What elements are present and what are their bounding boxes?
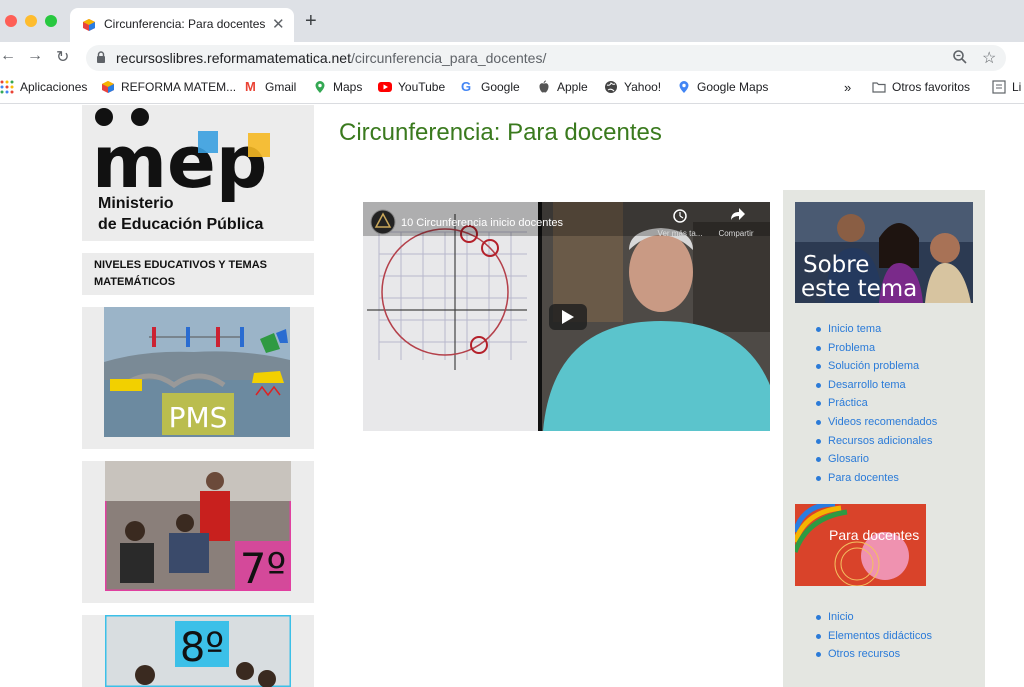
browser-toolbar: ← → ↻ recursoslibres.reformamatematica.n…: [0, 42, 1024, 74]
card-pms[interactable]: PMS: [82, 307, 314, 449]
bookmarks-bar: Aplicaciones REFORMA MATEM... M Gmail Ma…: [0, 74, 1024, 104]
bookmark-apps[interactable]: Aplicaciones: [0, 80, 87, 94]
bookmark-gmail[interactable]: M Gmail: [245, 79, 297, 95]
maps-pin-icon: [679, 81, 689, 93]
pms-image: PMS: [104, 307, 290, 437]
bookmark-label: YouTube: [398, 80, 446, 94]
video-player[interactable]: 10 Circunferencia inicio docentes Ver má…: [363, 202, 770, 431]
menu-item-inicio[interactable]: Inicio: [816, 608, 932, 627]
bookmark-google-maps[interactable]: Google Maps: [677, 80, 768, 94]
secondary-menu: Inicio Elementos didácticos Otros recurs…: [816, 608, 932, 664]
bookmark-maps[interactable]: Maps: [313, 80, 362, 94]
maps-pin-icon: [315, 81, 325, 93]
para-docentes-label: Para docentes: [829, 527, 919, 543]
zoom-icon[interactable]: [952, 49, 968, 65]
grade-7-image: 7º: [105, 461, 291, 591]
close-tab-icon[interactable]: ✕: [272, 15, 285, 33]
more-bookmarks-icon[interactable]: »: [844, 80, 851, 95]
para-docentes-image: Para docentes: [792, 501, 926, 587]
banner-line1: Sobre: [803, 252, 869, 278]
url-text: recursoslibres.reformamatematica.net/cir…: [116, 50, 546, 66]
grade-8-image: 8º: [105, 615, 291, 687]
back-icon[interactable]: ←: [0, 47, 16, 65]
card-pms-label: PMS: [169, 401, 228, 434]
menu-item-inicio-tema[interactable]: Inicio tema: [815, 320, 937, 339]
menu-item-otros-recursos[interactable]: Otros recursos: [816, 645, 932, 664]
bookmark-label: Apple: [557, 80, 588, 94]
bookmark-label: Aplicaciones: [20, 80, 88, 94]
menu-item-elementos-didacticos[interactable]: Elementos didácticos: [816, 627, 932, 646]
new-tab-button[interactable]: +: [305, 11, 317, 31]
bookmark-label: Yahoo!: [624, 80, 662, 94]
niveles-heading[interactable]: NIVELES EDUCATIVOS Y TEMAS MATEMÁTICOS: [82, 253, 314, 295]
card-8-label: 8º: [180, 625, 224, 671]
reforma-icon: [102, 81, 114, 93]
bookmark-label: Google: [481, 80, 520, 94]
forward-icon[interactable]: →: [27, 47, 43, 65]
address-bar[interactable]: recursoslibres.reformamatematica.net/cir…: [86, 45, 1006, 71]
globe-icon: [605, 81, 617, 93]
minimize-window-button[interactable]: [25, 15, 37, 27]
menu-item-solucion-problema[interactable]: Solución problema: [815, 357, 937, 376]
url-domain: recursoslibres.reformamatematica.net: [116, 50, 351, 66]
sobre-tema-banner[interactable]: Sobre este tema: [795, 202, 973, 303]
folder-icon: [872, 82, 886, 93]
right-sidebar: Sobre este tema Inicio tema Problema Sol…: [783, 190, 985, 687]
bookmark-youtube[interactable]: YouTube: [378, 80, 445, 94]
menu-item-videos-recomendados[interactable]: Videos recomendados: [815, 413, 937, 432]
bookmark-apple[interactable]: Apple: [537, 80, 588, 94]
menu-item-practica[interactable]: Práctica: [815, 394, 937, 413]
tab-title: Circunferencia: Para docentes: [104, 17, 266, 31]
menu-item-para-docentes[interactable]: Para docentes: [815, 469, 937, 488]
card-7[interactable]: 7º: [82, 461, 314, 603]
banner-line2: este tema: [801, 276, 917, 302]
logo-text: mep: [92, 120, 267, 204]
bookmark-star-icon[interactable]: ☆: [982, 48, 996, 68]
sobre-tema-image: Sobre este tema: [795, 202, 973, 303]
bookmark-label: Otros favoritos: [892, 80, 971, 94]
tema-menu: Inicio tema Problema Solución problema D…: [815, 320, 937, 488]
browser-tab-bar: Circunferencia: Para docentes ✕ +: [0, 0, 1024, 42]
page-content: mep Ministerio de Educación Pública NIVE…: [0, 105, 1024, 687]
bookmark-label: Maps: [333, 80, 363, 94]
menu-item-recursos-adicionales[interactable]: Recursos adicionales: [815, 432, 937, 451]
card-8[interactable]: 8º: [82, 615, 314, 687]
watch-later-label: Ver más ta...: [658, 229, 703, 238]
close-window-button[interactable]: [5, 15, 17, 27]
apps-grid-icon: [0, 80, 14, 94]
bookmark-label: REFORMA MATEM...: [121, 80, 237, 94]
menu-item-desarrollo-tema[interactable]: Desarrollo tema: [815, 376, 937, 395]
bookmark-label: Li: [1012, 80, 1022, 94]
active-tab[interactable]: Circunferencia: Para docentes ✕: [70, 8, 294, 42]
logo-line1: Ministerio: [98, 195, 174, 212]
page-title: Circunferencia: Para docentes: [339, 119, 662, 146]
maximize-window-button[interactable]: [45, 15, 57, 27]
card-7-label: 7º: [240, 544, 287, 591]
reading-list-icon: [992, 80, 1006, 94]
apple-icon: [539, 80, 549, 93]
lock-icon: [97, 51, 105, 63]
logo-line2: de Educación Pública: [98, 216, 263, 233]
bookmark-reforma[interactable]: REFORMA MATEM...: [101, 80, 236, 94]
mep-logo[interactable]: mep Ministerio de Educación Pública: [82, 105, 314, 241]
url-path: /circunferencia_para_docentes/: [350, 50, 547, 66]
reading-list[interactable]: Li: [992, 80, 1021, 94]
menu-item-problema[interactable]: Problema: [815, 339, 937, 358]
mep-logo-graphic: mep Ministerio de Educación Pública: [92, 108, 270, 233]
bookmark-other-favorites[interactable]: Otros favoritos: [872, 80, 970, 94]
video-thumbnail: 10 Circunferencia inicio docentes Ver má…: [363, 202, 770, 431]
reload-icon[interactable]: ↻: [56, 47, 69, 67]
gmail-icon: M: [245, 79, 256, 94]
reforma-favicon-icon: [83, 19, 95, 31]
youtube-icon: [378, 82, 392, 92]
bookmark-label: Google Maps: [697, 80, 769, 94]
video-title: 10 Circunferencia inicio docentes: [401, 217, 564, 229]
bookmark-yahoo[interactable]: Yahoo!: [604, 80, 661, 94]
menu-item-glosario[interactable]: Glosario: [815, 450, 937, 469]
para-docentes-banner[interactable]: Para docentes: [792, 501, 926, 587]
bookmark-label: Gmail: [265, 80, 297, 94]
google-icon: G: [461, 79, 472, 94]
bookmark-google[interactable]: G Google: [461, 79, 520, 95]
share-label: Compartir: [718, 229, 753, 238]
